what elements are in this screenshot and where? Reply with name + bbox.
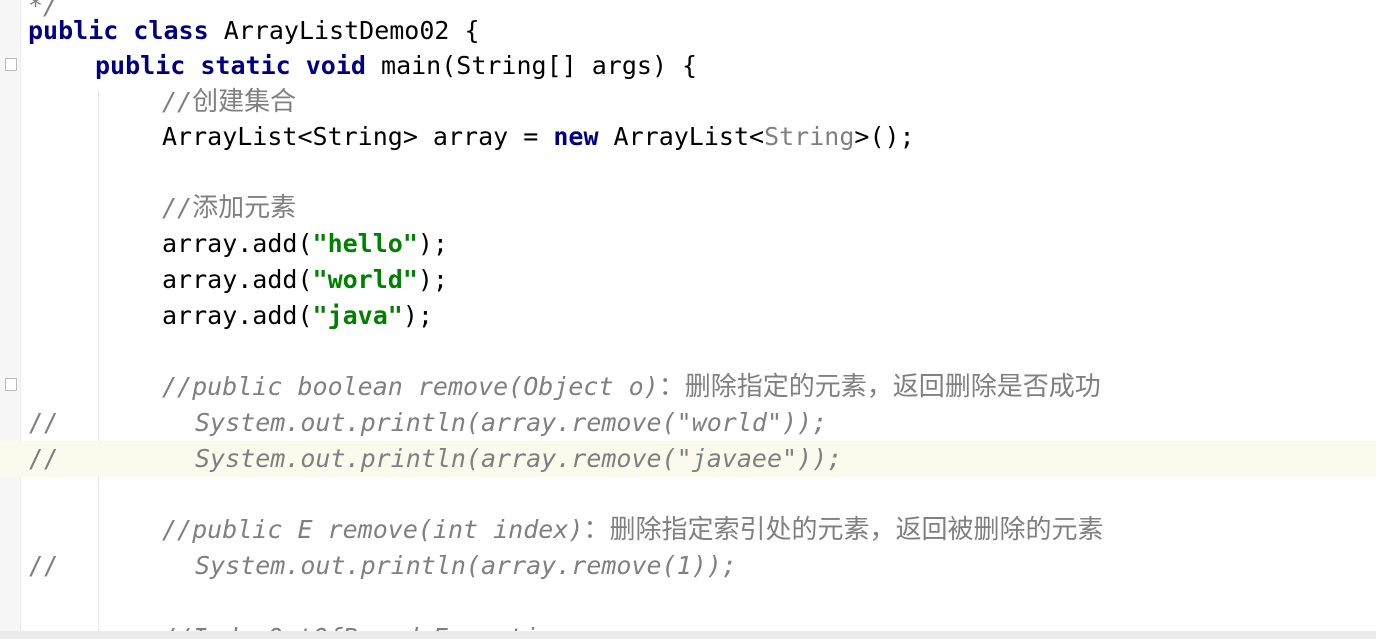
code-token-comment: //public E remove(int index)	[162, 515, 584, 544]
code-token-keyword: static	[200, 51, 291, 80]
code-token-comment-text: 创建集合	[192, 87, 297, 117]
code-line-content: //public E remove(int index)：删除指定索引处的元素，…	[162, 512, 1103, 548]
code-line[interactable]: // System.out.println(array.remove("world…	[0, 405, 1376, 441]
code-line[interactable]: public static void main(String[] args) {	[0, 48, 1376, 84]
code-token-string-literal: "java"	[312, 301, 403, 330]
code-token-comment: System.out.println(array.remove(1));	[195, 551, 737, 580]
code-token-comment: //	[162, 87, 193, 116]
horizontal-scrollbar[interactable]	[0, 631, 1376, 639]
code-token-text: );	[417, 229, 448, 258]
code-line[interactable]: array.add("hello");	[0, 226, 1376, 262]
code-line[interactable]	[0, 477, 1376, 513]
line-comment-marker: //	[28, 408, 59, 437]
code-token-keyword: new	[553, 122, 599, 151]
code-token-type-param: String	[764, 122, 855, 151]
code-token-text: );	[402, 301, 433, 330]
code-token-comment-text: 添加元素	[192, 193, 297, 223]
code-line[interactable]: //添加元素	[0, 190, 1376, 226]
code-line-content: ArrayList<String> array = new ArrayList<…	[162, 119, 915, 155]
code-token-comment: //	[162, 193, 193, 222]
code-token-text: array.add(	[162, 265, 313, 294]
code-line-content: array.add("hello");	[162, 226, 448, 262]
code-line[interactable]: public class ArrayListDemo02 {	[0, 13, 1376, 49]
line-comment-marker: //	[28, 551, 59, 580]
code-line[interactable]	[0, 334, 1376, 370]
code-token-text: array.add(	[162, 301, 313, 330]
code-token-comment: System.out.println(array.remove("world")…	[195, 408, 828, 437]
code-token-keyword: public	[95, 51, 186, 80]
code-line-content: //public boolean remove(Object o)：删除指定的元…	[162, 369, 1101, 405]
line-comment-marker: //	[28, 444, 59, 473]
code-line-content: public class ArrayListDemo02 {	[28, 13, 480, 49]
code-token-text: array.add(	[162, 229, 313, 258]
code-token-string-literal: "hello"	[312, 229, 418, 258]
code-line[interactable]	[0, 155, 1376, 191]
code-line-content: //创建集合	[162, 84, 296, 120]
code-token-comment-text: ：删除指定索引处的元素，返回被删除的元素	[583, 515, 1104, 545]
code-line-content: //添加元素	[162, 190, 296, 226]
code-line-content: System.out.println(array.remove("javaee"…	[195, 441, 842, 477]
code-token-keyword: void	[305, 51, 366, 80]
code-token-comment: //public boolean remove(Object o)	[162, 372, 659, 401]
code-token-text: ArrayList<	[598, 122, 765, 151]
code-line[interactable]: ArrayList<String> array = new ArrayList<…	[0, 119, 1376, 155]
code-line-content: public static void main(String[] args) {	[95, 48, 697, 84]
code-line-content: System.out.println(array.remove("world")…	[195, 405, 827, 441]
code-token-keyword: public	[28, 16, 119, 45]
code-line[interactable]: array.add("java");	[0, 298, 1376, 334]
code-token-string-literal: "world"	[312, 265, 418, 294]
code-line[interactable]: // System.out.println(array.remove(1));	[0, 548, 1376, 584]
code-line[interactable]: array.add("world");	[0, 262, 1376, 298]
code-editor[interactable]: */public class ArrayListDemo02 {public s…	[0, 0, 1376, 639]
code-line[interactable]: //public boolean remove(Object o)：删除指定的元…	[0, 369, 1376, 405]
code-line[interactable]: //创建集合	[0, 84, 1376, 120]
code-token-text: main(String[] args) {	[365, 51, 698, 80]
code-line-current[interactable]: // System.out.println(array.remove("javae…	[0, 441, 1376, 477]
code-line-content: array.add("java");	[162, 298, 433, 334]
code-line-content: System.out.println(array.remove(1));	[195, 548, 737, 584]
code-token-text: ArrayListDemo02 {	[208, 16, 480, 45]
code-line[interactable]: //public E remove(int index)：删除指定索引处的元素，…	[0, 512, 1376, 548]
code-token-comment: System.out.println(array.remove("javaee"…	[195, 444, 843, 473]
code-line-content: array.add("world");	[162, 262, 448, 298]
code-token-comment-text: ：删除指定的元素，返回删除是否成功	[658, 372, 1101, 402]
code-token-text: >();	[854, 122, 915, 151]
code-token-keyword: class	[133, 16, 209, 45]
code-line[interactable]	[0, 584, 1376, 620]
code-token-text: );	[417, 265, 448, 294]
code-token-text: ArrayList<String> array =	[162, 122, 554, 151]
